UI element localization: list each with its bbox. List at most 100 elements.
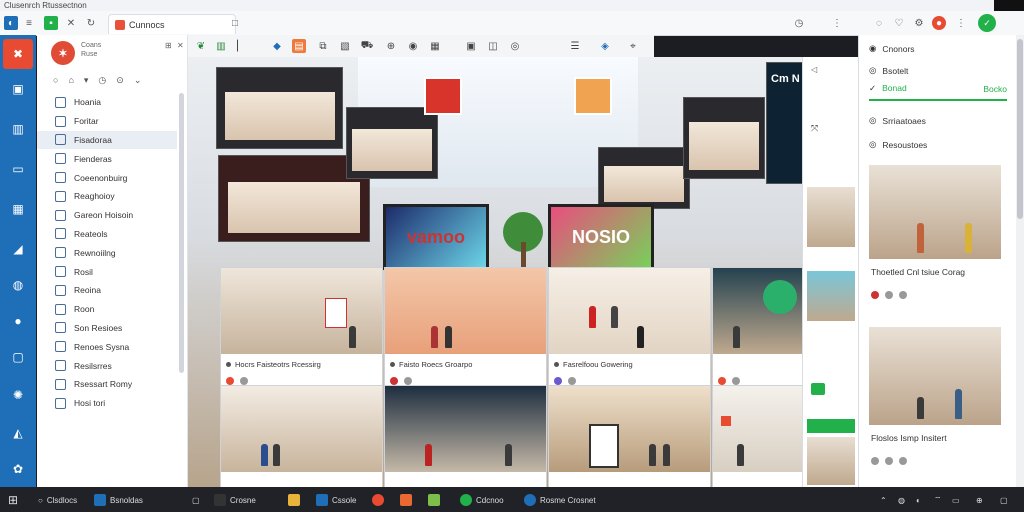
bug-rail-icon[interactable]: ✺ (8, 385, 28, 405)
taskbar-app[interactable]: Cssole (316, 492, 356, 508)
share-icon[interactable] (404, 377, 412, 385)
pin-icon[interactable]: ⊞ (165, 41, 172, 50)
sidebar-item[interactable]: Gareon Hoisoin (37, 206, 177, 225)
user1-sub-row[interactable]: ✓ Bonad Bocko (869, 83, 1007, 94)
tray-network-icon[interactable]: ◍ (898, 492, 905, 508)
chat-icon[interactable] (811, 383, 825, 395)
like-icon[interactable] (871, 291, 879, 299)
back-icon[interactable]: ◁ (811, 65, 817, 74)
record-icon[interactable]: ◎ (508, 39, 522, 53)
tree-icon[interactable]: ▥ (214, 39, 228, 53)
preview-thumb[interactable] (807, 271, 855, 321)
sidebar-item[interactable]: Roon (37, 300, 177, 319)
tray-up-icon[interactable]: ⌃ (880, 492, 887, 508)
preview-thumb[interactable] (807, 437, 855, 485)
split-icon[interactable]: ◫ (486, 39, 500, 53)
monitor-rail-icon[interactable]: ▭ (8, 159, 28, 179)
share-icon[interactable] (732, 377, 740, 385)
panel-image[interactable] (869, 327, 1001, 425)
layers-icon[interactable]: ⧉ (316, 39, 330, 53)
chart-rail-icon[interactable]: ▥ (8, 119, 28, 139)
home-icon[interactable]: ⌂ (68, 75, 73, 86)
sidebar-item[interactable]: Renoes Sysna (37, 337, 177, 356)
taskbar-chrome-icon[interactable] (372, 492, 384, 508)
card-image[interactable] (221, 386, 382, 472)
gallery-card[interactable]: Hocrs Faisteotrs Rcessirg (220, 267, 383, 389)
gallery-card[interactable]: Faisto Roecs Groarpo (384, 267, 547, 389)
taskbar-app[interactable]: Cdcnoo (460, 492, 504, 508)
tag-rail-icon[interactable]: ◭ (8, 423, 28, 443)
share-icon[interactable] (885, 457, 893, 465)
like-icon[interactable] (390, 377, 398, 385)
highlight-icon[interactable]: ▤ (292, 39, 306, 53)
sidebar-item[interactable]: Rosil (37, 262, 177, 281)
chevron-down-icon[interactable]: ⌄ (134, 75, 142, 86)
history-icon[interactable]: ◷ (792, 16, 806, 30)
taskbar-folder-icon[interactable] (288, 492, 300, 508)
filter-icon[interactable]: ▾ (84, 75, 89, 86)
preview-thumb[interactable] (807, 187, 855, 247)
share-icon[interactable] (240, 377, 248, 385)
share-icon[interactable] (568, 377, 576, 385)
user1-row[interactable]: ◎ Bsotelt (869, 65, 908, 76)
user-rail-icon[interactable]: ● (8, 311, 28, 331)
gallery-card[interactable] (548, 385, 711, 487)
expand-icon[interactable]: ⤧ (811, 123, 818, 134)
info-icon[interactable]: ⊙ (116, 75, 124, 86)
profile-icon[interactable]: ● (932, 16, 946, 30)
help-rail-icon[interactable]: ✿ (8, 459, 28, 479)
clock-icon[interactable]: ◷ (98, 75, 106, 86)
taskbar-taskview-icon[interactable]: ▢ (192, 492, 200, 508)
sidebar-item[interactable]: Son Resioes (37, 319, 177, 338)
sidebar-item[interactable]: Reateols (37, 225, 177, 244)
gallery-card[interactable] (384, 385, 547, 487)
page-scrollbar[interactable] (1016, 35, 1024, 487)
browser-tab[interactable]: Cunnocs (108, 14, 236, 34)
card-image[interactable] (713, 268, 802, 354)
green-bar[interactable] (807, 419, 855, 433)
sidebar-scrollbar[interactable] (179, 93, 184, 373)
close-tab-icon[interactable]: ✕ (64, 16, 78, 30)
sidebar-item[interactable]: Rewnoiilng (37, 243, 177, 262)
more-icon[interactable] (899, 291, 907, 299)
paint-icon[interactable]: ◆ (270, 39, 284, 53)
card-image[interactable] (549, 268, 710, 354)
box-rail-icon[interactable]: ▢ (8, 347, 28, 367)
search-icon[interactable]: ○ (53, 75, 58, 86)
sidebar-item[interactable]: Resilsrres (37, 356, 177, 375)
tray-lang-icon[interactable]: ⊕ (976, 492, 983, 508)
graph-rail-icon[interactable]: ◢ (8, 239, 28, 259)
card-image[interactable] (221, 268, 382, 354)
list-icon[interactable]: ☰ (568, 39, 582, 53)
bookmark-icon[interactable]: ◌ (872, 16, 886, 30)
like-icon[interactable] (871, 457, 879, 465)
panel-image[interactable] (869, 165, 1001, 259)
share-icon[interactable] (885, 291, 893, 299)
tray-battery-icon[interactable]: ▭ (952, 492, 960, 508)
more-icon[interactable]: ⋮ (954, 16, 968, 30)
sidebar-item[interactable]: Hoania (37, 93, 177, 112)
cart-icon[interactable]: ⛟ (360, 39, 374, 53)
scrollbar-thumb[interactable] (1017, 39, 1023, 219)
sidebar-item[interactable]: Coeenonbuirg (37, 168, 177, 187)
frame-icon[interactable]: ▣ (464, 39, 478, 53)
gallery-card[interactable] (712, 385, 802, 487)
section-sub-row[interactable]: ◎ Resoustoes (869, 139, 927, 150)
sidebar-item[interactable]: Reaghoioy (37, 187, 177, 206)
sidebar-item[interactable]: Foritar (37, 112, 177, 131)
like-icon[interactable] (226, 377, 234, 385)
taskbar-office-icon[interactable] (400, 492, 412, 508)
gallery-card[interactable] (220, 385, 383, 487)
status-online-icon[interactable]: ✓ (978, 14, 996, 32)
card-image[interactable] (549, 386, 710, 472)
start-windows-icon[interactable]: ⊞ (8, 492, 18, 508)
extensions-icon[interactable]: ⋮ (830, 16, 844, 30)
image-icon[interactable]: ▧ (338, 39, 352, 53)
tab-close-icon[interactable]: □ (228, 16, 242, 30)
like-icon[interactable] (554, 377, 562, 385)
pin-tool-icon[interactable]: ⌖ (626, 39, 640, 53)
collapse-icon[interactable]: ✕ (177, 41, 184, 50)
download-icon[interactable]: ♡ (892, 16, 906, 30)
taskbar-notes-icon[interactable] (428, 492, 440, 508)
tray-wifi-icon[interactable]: ⌔ (934, 492, 942, 508)
